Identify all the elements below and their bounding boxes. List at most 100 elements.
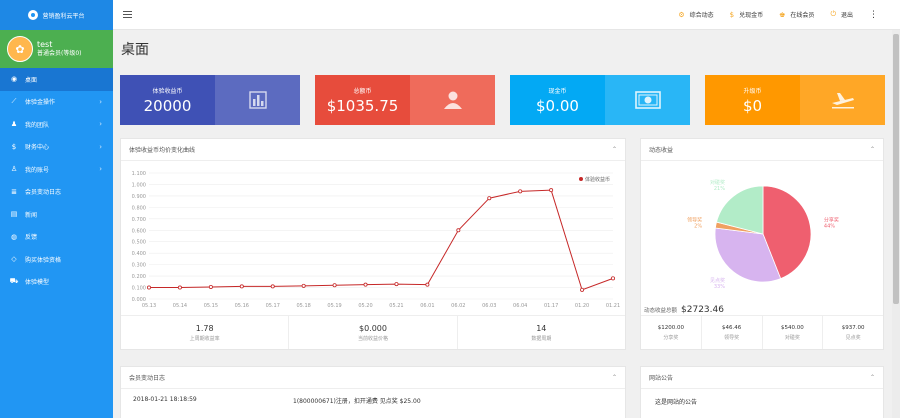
sidebar-item[interactable]: ⛟ 体验模型 <box>0 271 113 294</box>
x-tick-label: 05.17 <box>266 303 280 309</box>
income-cell: $540.00 对碰奖 <box>763 316 824 349</box>
scrollbar-thumb[interactable] <box>893 34 899 304</box>
x-tick-label: 05.16 <box>235 303 249 309</box>
pie-total-label: 动态收益总额 <box>644 308 678 314</box>
data-point[interactable] <box>580 287 585 292</box>
sidebar-item[interactable]: $ 财务中心 › <box>0 136 113 159</box>
data-point[interactable] <box>146 285 151 290</box>
sidebar-item-label: 会员变动日志 <box>25 189 62 197</box>
top-link[interactable]: ♚ 在线会员 <box>779 10 814 20</box>
logo-icon <box>28 10 39 20</box>
sidebar-item[interactable]: ▤ 新闻 <box>0 203 113 226</box>
slice-percent: 2% <box>694 223 702 229</box>
sidebar-item[interactable]: ◇ 购买体验资格 <box>0 248 113 271</box>
income-value: $937.00 <box>841 324 865 331</box>
collapse-icon[interactable]: ⌃ <box>870 374 875 381</box>
trend-line-chart: 0.0000.1000.2000.3000.4000.5000.6000.700… <box>132 171 620 309</box>
stat-card[interactable]: 现金币 $0.00 <box>510 75 690 125</box>
data-point[interactable] <box>518 189 523 194</box>
sidebar-item-label: 购买体验资格 <box>25 256 62 264</box>
collapse-icon[interactable]: ⌃ <box>612 146 617 153</box>
y-tick-label: 0.400 <box>132 251 146 257</box>
collapse-icon[interactable]: ⌃ <box>870 146 875 153</box>
slice-label: 对碰奖 <box>710 179 725 186</box>
income-pie-chart: 分享奖44% 见点奖33% 领导奖2% 对碰奖21% <box>687 179 839 290</box>
y-tick-label: 0.900 <box>132 194 146 200</box>
stat-card[interactable]: 体验收益币 20000 <box>120 75 300 125</box>
slice-label: 领导奖 <box>687 216 702 223</box>
log-title: 会员变动日志 <box>129 375 166 382</box>
dashboard-icon: ◉ <box>10 75 18 84</box>
y-tick-label: 1.000 <box>132 182 146 188</box>
sidebar-item[interactable]: ≣ 会员变动日志 <box>0 181 113 204</box>
top-link[interactable]: ⏻ 退出 <box>830 10 853 19</box>
sidebar-item-label: 我的账号 <box>25 166 50 174</box>
user-profile[interactable]: ✿ test 普通会员(等级0) <box>0 30 113 68</box>
data-point[interactable] <box>332 283 337 288</box>
income-label: 对碰奖 <box>784 334 800 341</box>
sidebar-item[interactable]: ⟋ 体验金操作 › <box>0 91 113 114</box>
sidebar-item-label: 反馈 <box>25 234 38 242</box>
brand[interactable]: 营销盈利云平台 <box>0 0 113 30</box>
summary-label: 当前收益价格 <box>357 335 388 342</box>
sidebar-item[interactable]: ◉ 桌面 <box>0 68 113 91</box>
y-tick-label: 0.700 <box>132 217 146 223</box>
data-point[interactable] <box>456 228 461 233</box>
slice-label: 见点奖 <box>710 277 725 284</box>
y-tick-label: 1.100 <box>132 171 146 177</box>
top-link-label: 退出 <box>840 12 853 19</box>
sidebar-item-label: 体验模型 <box>25 279 50 287</box>
income-label: 见点奖 <box>845 334 861 341</box>
menu-toggle-icon[interactable] <box>123 11 132 18</box>
income-value: $540.00 <box>781 324 804 331</box>
x-tick-label: 01.20 <box>575 303 589 309</box>
stat-label: 体验收益币 <box>152 87 183 95</box>
sidebar-item[interactable]: ♟ 我的团队 › <box>0 113 113 136</box>
sidebar-item-label: 体验金操作 <box>25 99 56 107</box>
data-point[interactable] <box>270 284 275 289</box>
data-point[interactable] <box>394 282 399 287</box>
bar-chart-icon <box>215 75 300 125</box>
log-row: 2018-01-21 18:18:59 1(800000671)注册，扣开通费 … <box>121 389 625 412</box>
data-point[interactable] <box>208 284 213 289</box>
stat-card[interactable]: 总额币 $1035.75 <box>315 75 495 125</box>
data-point[interactable] <box>549 188 554 193</box>
y-tick-label: 0.300 <box>132 263 146 269</box>
data-point[interactable] <box>487 196 492 201</box>
data-point[interactable] <box>610 276 615 281</box>
scrollbar[interactable] <box>892 30 900 418</box>
more-menu-icon[interactable]: ⋮ <box>869 10 878 20</box>
income-cell: $1200.00 分享奖 <box>641 316 702 349</box>
user-icon: ♙ <box>10 165 18 174</box>
notice-title: 网站公告 <box>649 375 674 382</box>
cart-icon: ⛟ <box>9 277 19 286</box>
logout-icon: ⏻ <box>830 10 836 18</box>
log-icon: ≣ <box>11 187 17 196</box>
data-point[interactable] <box>301 283 306 288</box>
collapse-icon[interactable]: ⌃ <box>612 374 617 381</box>
sidebar-item-label: 财务中心 <box>25 144 50 152</box>
sidebar-item[interactable]: ◍ 反馈 <box>0 226 113 249</box>
stat-value: $0 <box>742 96 763 115</box>
y-tick-label: 0.100 <box>132 286 146 292</box>
data-point[interactable] <box>425 282 430 287</box>
x-tick-label: 05.18 <box>297 303 311 309</box>
money-icon <box>605 75 690 125</box>
sidebar-item-label: 桌面 <box>25 76 38 84</box>
data-point[interactable] <box>239 284 244 289</box>
summary-cell: 1.78 上周期收益率 <box>121 316 290 349</box>
sidebar-item[interactable]: ♙ 我的账号 › <box>0 158 113 181</box>
pie-title: 动态收益 <box>649 147 674 154</box>
slice-percent: 33% <box>714 284 725 290</box>
data-point[interactable] <box>177 285 182 290</box>
feedback-icon: ◍ <box>10 232 18 241</box>
x-tick-label: 06.02 <box>451 303 465 309</box>
data-point[interactable] <box>363 282 368 287</box>
y-tick-label: 0.200 <box>132 274 146 280</box>
top-link[interactable]: $ 兑现金币 <box>729 10 763 20</box>
notice-item[interactable]: 这是网站的公告 <box>641 389 883 414</box>
y-tick-label: 0.500 <box>132 240 146 246</box>
stat-card[interactable]: 升级币 $0 <box>705 75 885 125</box>
dollar-icon: $ <box>729 10 735 19</box>
top-link[interactable]: ⚙ 综合动态 <box>678 10 713 20</box>
